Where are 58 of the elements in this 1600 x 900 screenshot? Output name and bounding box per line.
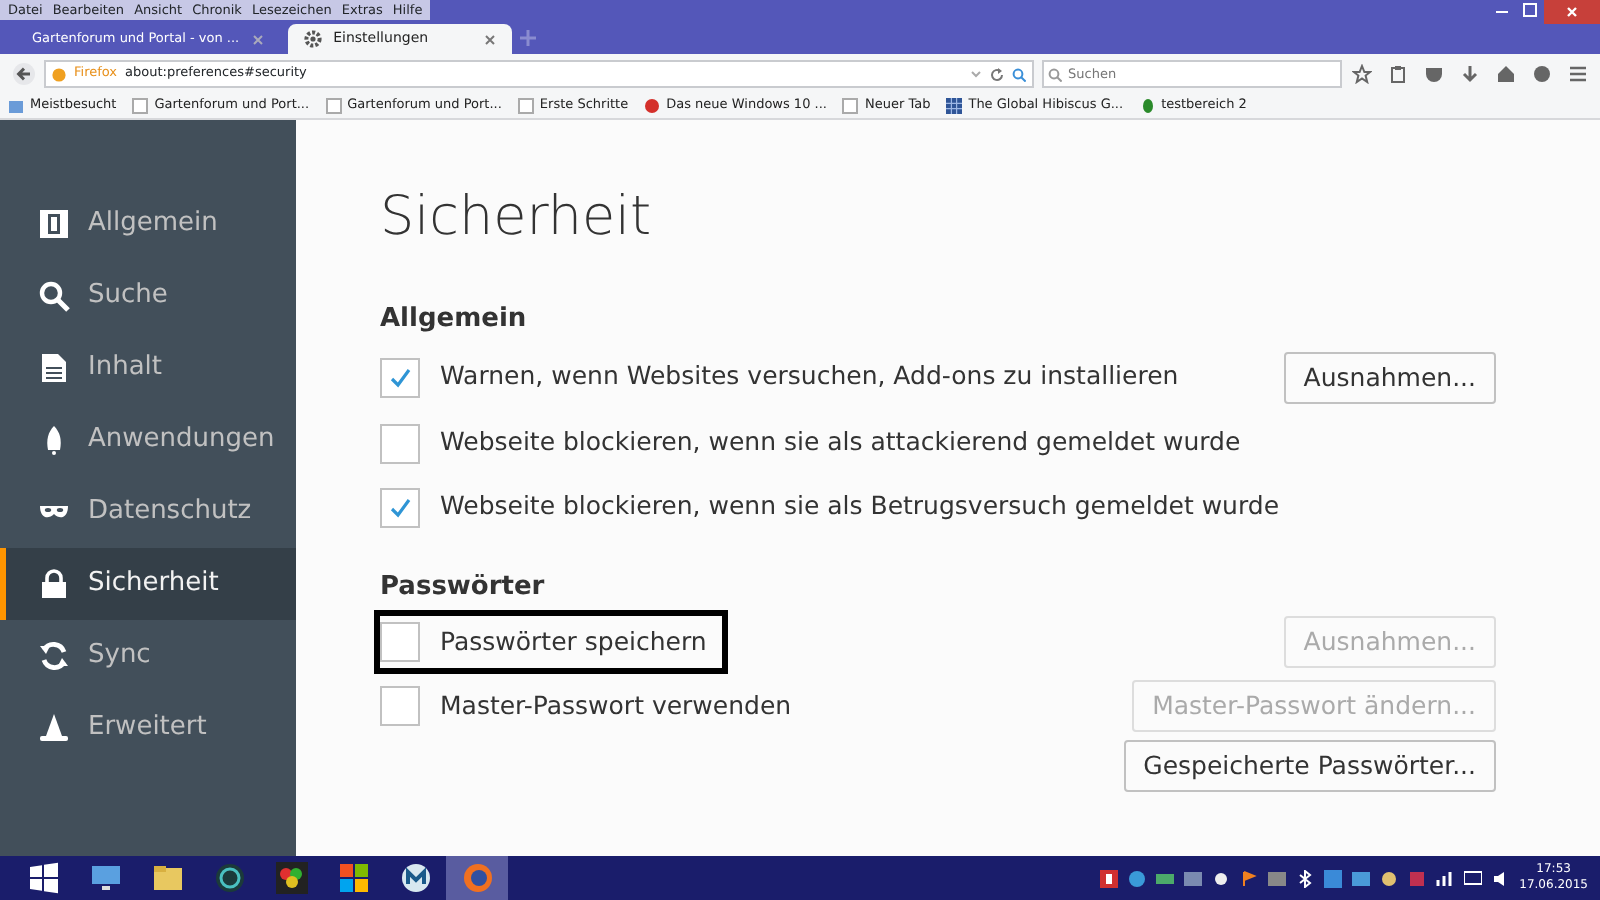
star-icon[interactable] — [1352, 64, 1372, 84]
monitor-icon[interactable] — [89, 862, 121, 894]
leaf-icon — [1139, 98, 1156, 114]
option-label: Master-Passwort verwenden — [440, 687, 792, 724]
dialog-button[interactable]: Ausnahmen... — [1283, 351, 1496, 404]
option-label: Warnen, wenn Websites versuchen, Add-ons zu installieren — [440, 358, 1179, 395]
back-arrow-icon[interactable] — [12, 62, 36, 86]
sidebar-item[interactable]: Allgemein — [0, 188, 296, 260]
m-circle-icon[interactable] — [399, 862, 431, 894]
search-icon[interactable] — [1012, 67, 1026, 81]
grid-icon — [946, 98, 963, 114]
folder-icon — [8, 98, 24, 114]
general-icon — [38, 208, 70, 240]
option-label: Passwörter speichern — [440, 623, 707, 660]
sidebar-item[interactable]: Sync — [0, 620, 296, 692]
checkbox[interactable] — [380, 487, 420, 528]
checkbox[interactable] — [380, 423, 420, 464]
menu-icon[interactable] — [1568, 64, 1588, 84]
clipboard-icon[interactable] — [1388, 64, 1408, 84]
home-icon[interactable] — [1496, 64, 1516, 84]
close-icon[interactable] — [1544, 0, 1600, 24]
monitor-icon[interactable] — [1463, 869, 1482, 887]
bluetooth-icon[interactable] — [1295, 869, 1314, 887]
checkmark-icon — [388, 495, 412, 520]
close-icon[interactable] — [251, 33, 264, 45]
close-icon[interactable] — [483, 33, 496, 45]
sidebar-item[interactable]: Inhalt — [0, 332, 296, 404]
sidebar-item[interactable]: Anwendungen — [0, 404, 296, 476]
wizard-hat-icon — [38, 712, 70, 744]
page-title: Sicherheit — [380, 190, 654, 244]
disc-icon[interactable] — [213, 862, 245, 894]
colorful-tiles-icon[interactable] — [275, 862, 307, 894]
reload-icon[interactable] — [990, 67, 1004, 81]
sidebar-item[interactable]: Suche — [0, 260, 296, 332]
gear-icon — [303, 30, 322, 48]
checkbox[interactable] — [380, 357, 420, 398]
windows-logo-icon[interactable] — [27, 862, 59, 894]
circle-icon — [644, 98, 661, 114]
checkbox[interactable] — [380, 686, 420, 727]
sync-icon — [38, 640, 70, 672]
section-heading: Allgemein — [380, 304, 529, 336]
speaker-icon[interactable] — [1491, 869, 1510, 887]
checkbox[interactable] — [380, 622, 420, 663]
signal-icon[interactable] — [1435, 869, 1454, 887]
download-icon[interactable] — [1460, 64, 1480, 84]
document-icon — [38, 352, 70, 384]
checkmark-icon — [388, 365, 412, 390]
sidebar-item[interactable]: Erweitert — [0, 692, 296, 764]
option-label: Webseite blockieren, wenn sie als attackierend gemeldet wurde — [440, 424, 1241, 461]
dialog-button[interactable]: Gespeicherte Passwörter... — [1123, 739, 1496, 792]
four-squares-icon[interactable] — [337, 862, 369, 894]
sidebar-item[interactable]: Sicherheit — [0, 548, 296, 620]
search-icon — [38, 280, 70, 312]
sidebar-item[interactable]: Datenschutz — [0, 476, 296, 548]
folder-icon[interactable] — [151, 862, 183, 894]
section-heading: Passwörter — [380, 571, 547, 603]
option-label: Webseite blockieren, wenn sie als Betrugsversuch gemeldet wurde — [440, 488, 1280, 525]
padlock-icon — [38, 568, 70, 600]
